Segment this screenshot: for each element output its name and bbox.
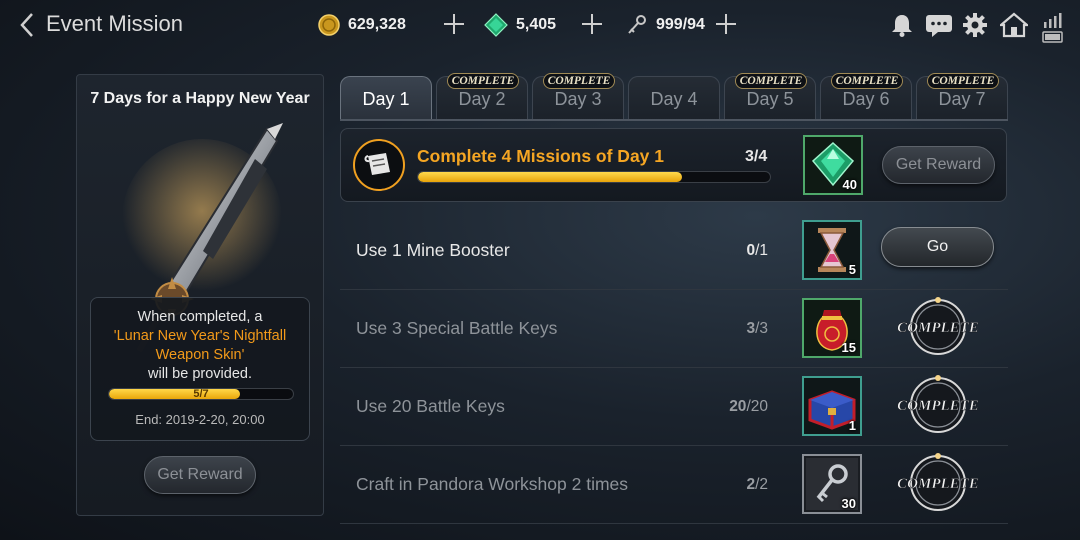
- mission-total: /20: [746, 398, 768, 415]
- battle-key-icon: [628, 15, 646, 34]
- home-icon[interactable]: [1000, 12, 1028, 38]
- tab-label: Day 5: [746, 89, 794, 109]
- mission-count: 3/3: [746, 320, 768, 338]
- key-counter: 999/94: [626, 12, 705, 38]
- tab-divider: [340, 119, 1008, 121]
- tab-day-4[interactable]: Day 4: [628, 76, 720, 120]
- go-button[interactable]: Go: [881, 227, 994, 267]
- mission-label: Use 20 Battle Keys: [356, 396, 505, 416]
- summary-get-reward-button[interactable]: Get Reward: [882, 146, 995, 184]
- gear-icon[interactable]: [962, 12, 988, 38]
- complete-badge: COMPLETE: [735, 73, 807, 89]
- gem-counter: 5,405: [484, 12, 556, 38]
- mission-reward-item[interactable]: 15: [802, 298, 862, 358]
- summary-reward-qty: 40: [842, 177, 857, 192]
- gem-amount: 5,405: [516, 16, 557, 33]
- chat-icon[interactable]: [924, 12, 954, 38]
- summary-mission-current: 3: [745, 148, 754, 165]
- tab-label: Day 6: [842, 89, 890, 109]
- complete-seal-icon: COMPLETE: [897, 375, 979, 433]
- complete-seal-icon: COMPLETE: [897, 297, 979, 355]
- tab-day-3[interactable]: Day 3 COMPLETE: [532, 73, 624, 120]
- daily-summary-mission: Complete 4 Missions of Day 1 3/4 40 Get …: [340, 128, 1007, 202]
- mission-current: 3: [746, 320, 756, 337]
- mission-count: 0/1: [746, 242, 768, 260]
- mission-current: 0: [746, 242, 756, 259]
- add-gold-button[interactable]: [442, 12, 466, 36]
- tab-label: Day 4: [650, 89, 698, 109]
- key-amount: 999/94: [656, 16, 705, 33]
- tab-label: Day 7: [938, 89, 986, 109]
- green-gem-icon: [484, 13, 508, 37]
- mission-total: /3: [755, 320, 768, 337]
- summary-progress-fill: [418, 172, 682, 182]
- complete-seal-text: COMPLETE: [897, 320, 979, 336]
- reward-info-box: When completed, a 'Lunar New Year's Nigh…: [90, 297, 310, 441]
- tab-day-6[interactable]: Day 6 COMPLETE: [820, 73, 912, 120]
- complete-badge: COMPLETE: [831, 73, 903, 89]
- summary-reward-item[interactable]: 40: [803, 135, 863, 195]
- mission-reward-qty: 30: [841, 496, 856, 511]
- event-progress-bar: 5/7: [108, 388, 294, 400]
- mission-total: /2: [755, 476, 768, 493]
- tab-day-7[interactable]: Day 7 COMPLETE: [916, 73, 1008, 120]
- page-title: Event Mission: [46, 11, 183, 36]
- mission-row: Use 1 Mine Booster 0/1 5 Go: [340, 212, 1008, 290]
- mission-label: Use 1 Mine Booster: [356, 240, 510, 260]
- complete-seal-icon: COMPLETE: [897, 453, 979, 511]
- complete-seal-text: COMPLETE: [897, 398, 979, 414]
- summary-mission-count: 3/4: [745, 148, 767, 166]
- complete-badge: COMPLETE: [927, 73, 999, 89]
- bell-icon[interactable]: [889, 12, 915, 38]
- mission-reward-item[interactable]: 1: [802, 376, 862, 436]
- add-keys-button[interactable]: [714, 12, 738, 36]
- mission-reward-qty: 1: [848, 418, 856, 433]
- signal-battery-icon: [1042, 13, 1063, 43]
- gold-counter: 629,328: [318, 12, 406, 38]
- mission-row: Craft in Pandora Workshop 2 times 2/2 30 CO…: [340, 446, 1008, 524]
- complete-badge: COMPLETE: [447, 73, 519, 89]
- reward-desc-after: will be provided.: [148, 366, 252, 382]
- tab-day-1[interactable]: Day 1: [340, 76, 432, 120]
- mission-reward-qty: 5: [848, 262, 856, 277]
- mission-reward-item[interactable]: 5: [802, 220, 862, 280]
- summary-progress-bar: [417, 171, 771, 183]
- gold-coin-icon: [318, 14, 340, 36]
- event-get-reward-button[interactable]: Get Reward: [144, 456, 256, 494]
- event-progress-text: 5/7: [193, 388, 209, 400]
- mission-current: 20: [729, 398, 747, 415]
- mission-total: /1: [755, 242, 768, 259]
- mission-row: Use 20 Battle Keys 20/20 1 COMPLETE: [340, 368, 1008, 446]
- reward-desc-highlight: 'Lunar New Year's Nightfall Weapon Skin': [113, 328, 287, 363]
- tab-day-5[interactable]: Day 5 COMPLETE: [724, 73, 816, 120]
- complete-badge: COMPLETE: [543, 73, 615, 89]
- mission-count: 2/2: [746, 476, 768, 494]
- tab-day-2[interactable]: Day 2 COMPLETE: [436, 73, 528, 120]
- back-arrow-icon[interactable]: [16, 10, 40, 40]
- complete-seal-text: COMPLETE: [897, 476, 979, 492]
- summary-mission-total: /4: [753, 148, 768, 165]
- mission-row: Use 3 Special Battle Keys 3/3 15 COMPLETE: [340, 290, 1008, 368]
- reward-description: When completed, a 'Lunar New Year's Nigh…: [91, 308, 309, 384]
- mission-reward-item[interactable]: 30: [802, 454, 862, 514]
- tab-label: Day 3: [554, 89, 602, 109]
- tab-label: Day 1: [362, 89, 410, 109]
- mission-reward-qty: 15: [841, 340, 856, 355]
- mission-count: 20/20: [729, 398, 768, 416]
- event-reward-panel: 7 Days for a Happy New Year When complet…: [76, 74, 324, 516]
- mission-label: Use 3 Special Battle Keys: [356, 318, 558, 338]
- add-gems-button[interactable]: [580, 12, 604, 36]
- gold-amount: 629,328: [348, 16, 406, 33]
- top-bar: Event Mission 629,328 5,405 999/94: [0, 0, 1080, 52]
- event-end-date: End: 2019-2-20, 20:00: [135, 412, 265, 427]
- summary-mission-label: Complete 4 Missions of Day 1: [417, 146, 665, 166]
- tab-label: Day 2: [458, 89, 506, 109]
- scroll-icon: [353, 139, 405, 191]
- mission-label: Craft in Pandora Workshop 2 times: [356, 474, 629, 494]
- mission-current: 2: [746, 476, 756, 493]
- event-title: 7 Days for a Happy New Year: [90, 90, 310, 107]
- reward-desc-before: When completed, a: [137, 309, 263, 325]
